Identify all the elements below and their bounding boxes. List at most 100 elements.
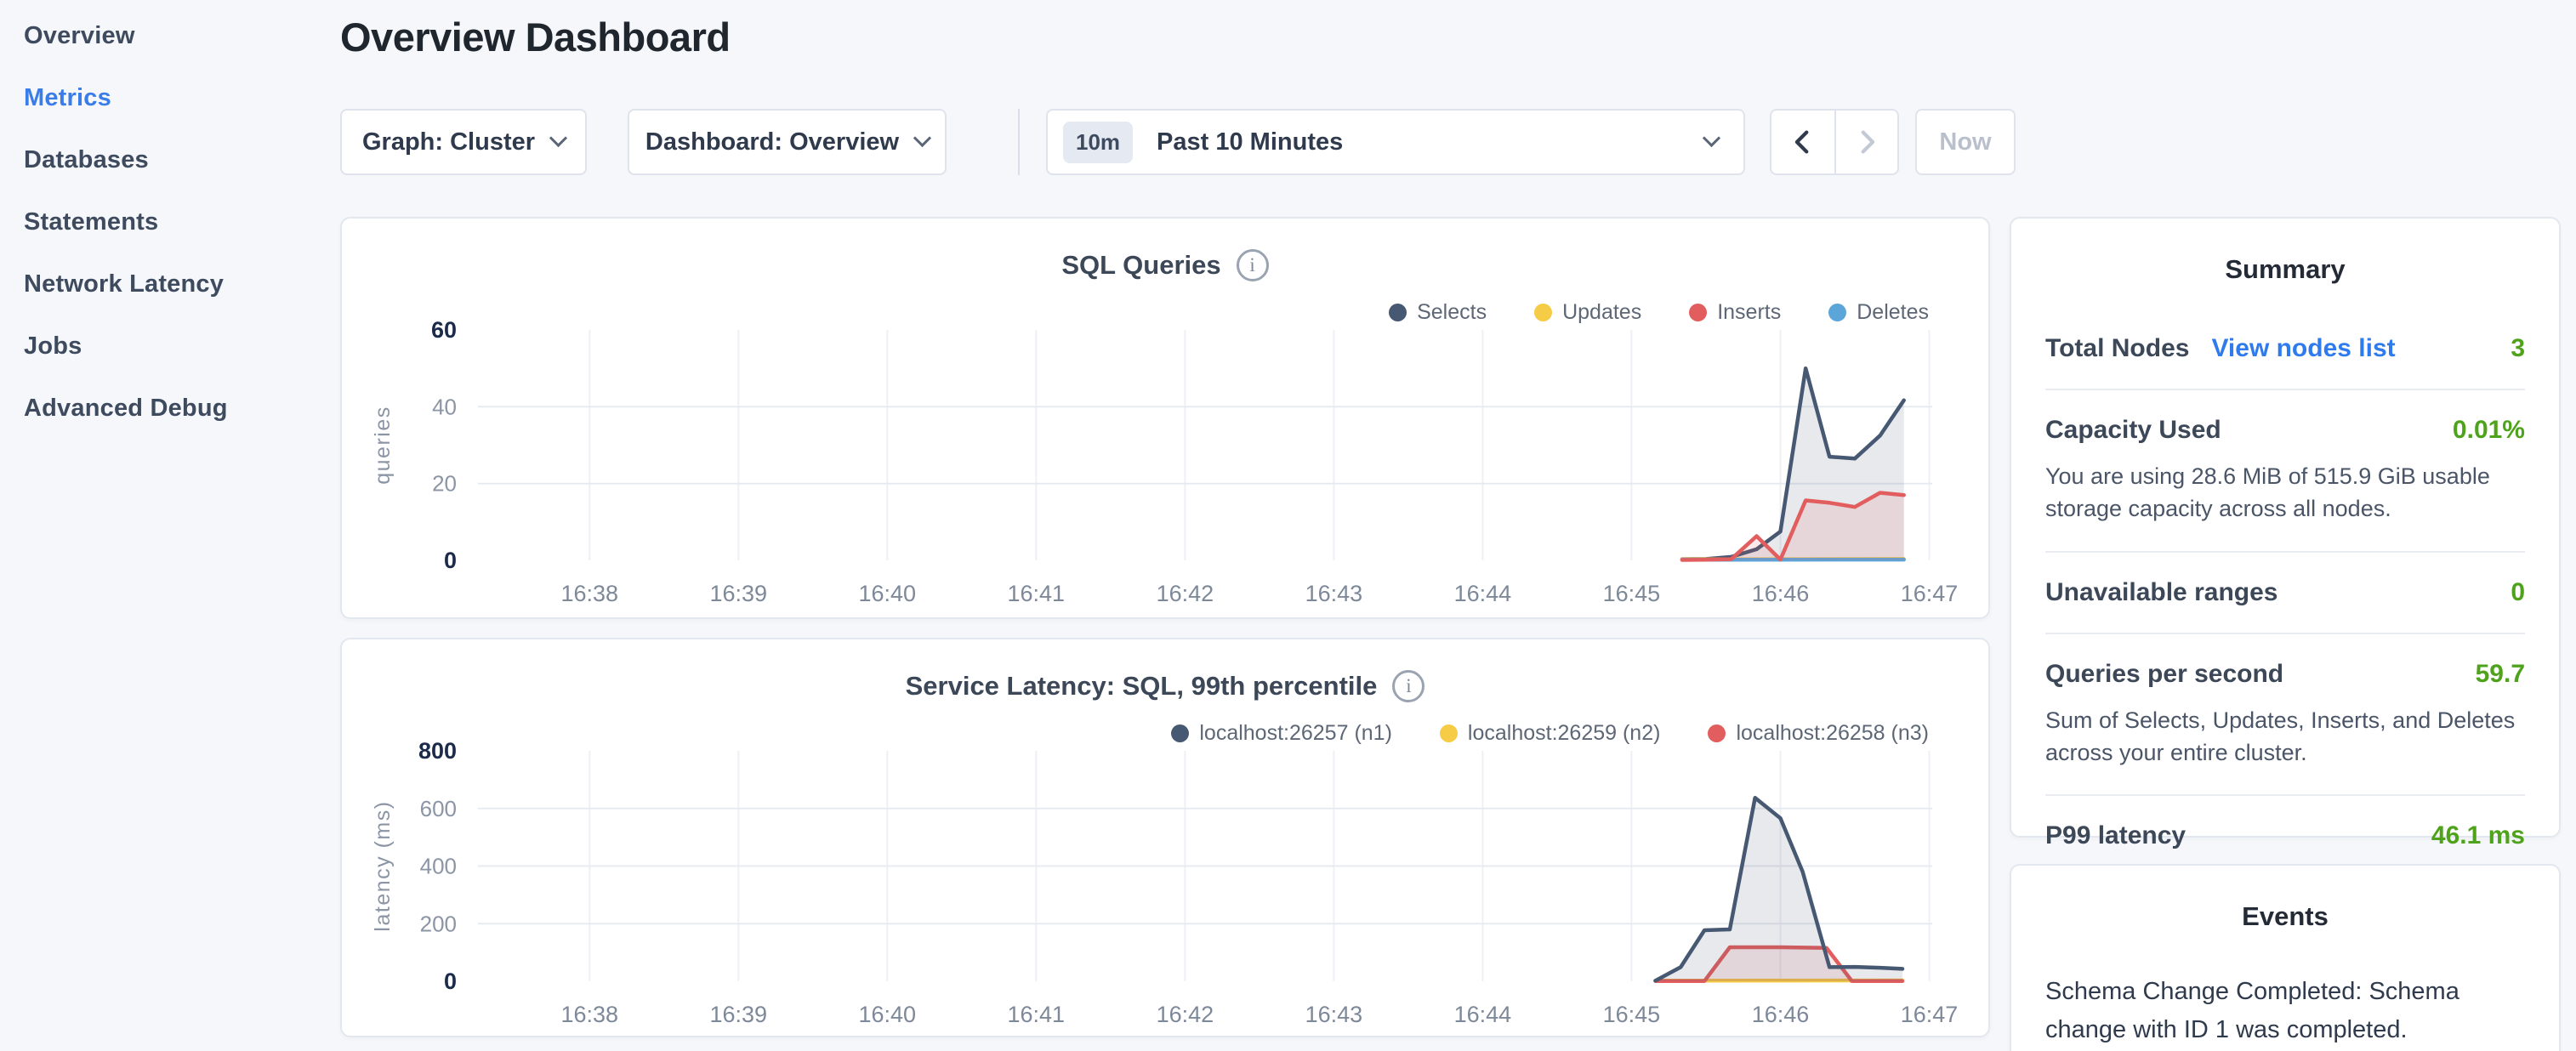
- summary-row: Queries per second 59.7 Sum of Selects, U…: [2045, 634, 2525, 795]
- svg-text:16:45: 16:45: [1603, 1002, 1661, 1027]
- summary-rows: Total Nodes View nodes list 3 Capacity Use…: [2045, 309, 2525, 876]
- summary-row: Capacity Used 0.01% You are using 28.6 Mi…: [2045, 390, 2525, 551]
- svg-text:20: 20: [432, 471, 457, 497]
- legend-dot-icon: [1689, 304, 1707, 321]
- events-list: Schema Change Completed: Schema change w…: [2045, 973, 2525, 1051]
- svg-text:16:38: 16:38: [561, 581, 619, 606]
- time-step-buttons: [1770, 109, 1899, 175]
- summary-value: 0.01%: [2453, 416, 2525, 445]
- graph-scope-dropdown[interactable]: Graph: Cluster: [340, 109, 587, 175]
- summary-description: Sum of Selects, Updates, Inserts, and De…: [2045, 704, 2525, 770]
- chevron-right-icon: [1852, 128, 1881, 156]
- chart-header: Service Latency: SQL, 99th percentile i: [342, 670, 1988, 702]
- event-item: Schema Change Completed: Schema change w…: [2045, 973, 2525, 1051]
- legend-dot-icon: [1389, 304, 1407, 321]
- legend-dot-icon: [1440, 724, 1458, 742]
- svg-text:16:39: 16:39: [710, 581, 768, 606]
- svg-text:16:46: 16:46: [1752, 1002, 1810, 1027]
- summary-panel: Summary Total Nodes View nodes list 3 Capa…: [2010, 217, 2561, 838]
- sql-queries-chart-card: 16:3816:3916:4016:4116:4216:4316:4416:45…: [340, 217, 1990, 619]
- legend-dot-icon: [1708, 724, 1726, 742]
- sidebar-item-statements[interactable]: Statements: [0, 191, 340, 253]
- summary-label: P99 latency: [2045, 821, 2186, 850]
- svg-text:queries: queries: [371, 406, 395, 485]
- svg-text:16:43: 16:43: [1305, 581, 1363, 606]
- summary-value: 3: [2511, 334, 2525, 363]
- svg-text:400: 400: [420, 854, 457, 879]
- svg-text:60: 60: [431, 317, 457, 343]
- svg-text:16:43: 16:43: [1305, 1002, 1363, 1027]
- svg-text:16:42: 16:42: [1157, 581, 1214, 606]
- chart-legend: localhost:26257 (n1) localhost:26259 (n2)…: [1171, 721, 1929, 746]
- sidebar-item-metrics[interactable]: Metrics: [0, 67, 340, 129]
- events-title: Events: [2045, 866, 2525, 932]
- svg-text:40: 40: [432, 394, 457, 419]
- legend-item: Updates: [1534, 300, 1641, 325]
- view-nodes-link[interactable]: View nodes list: [2211, 334, 2395, 363]
- svg-text:16:47: 16:47: [1901, 581, 1959, 606]
- legend-item: Deletes: [1828, 300, 1929, 325]
- svg-text:800: 800: [418, 738, 457, 764]
- svg-text:16:38: 16:38: [561, 1002, 619, 1027]
- svg-text:16:39: 16:39: [710, 1002, 768, 1027]
- summary-label: Total Nodes: [2045, 334, 2189, 363]
- time-range-selector[interactable]: 10m Past 10 Minutes: [1046, 109, 1745, 175]
- summary-value: 0: [2511, 578, 2525, 607]
- legend-dot-icon: [1534, 304, 1552, 321]
- summary-value: 46.1 ms: [2431, 821, 2525, 850]
- legend-item: localhost:26257 (n1): [1171, 721, 1392, 746]
- svg-text:16:40: 16:40: [859, 1002, 917, 1027]
- sidebar-item-databases[interactable]: Databases: [0, 129, 340, 191]
- graph-scope-label: Graph: Cluster: [362, 128, 535, 156]
- svg-text:600: 600: [420, 796, 457, 821]
- svg-text:200: 200: [420, 911, 457, 936]
- svg-text:0: 0: [444, 548, 457, 573]
- chevron-down-icon: [549, 129, 567, 147]
- svg-text:latency (ms): latency (ms): [371, 800, 395, 931]
- sidebar: OverviewMetricsDatabasesStatementsNetwor…: [0, 0, 340, 440]
- now-button[interactable]: Now: [1915, 109, 2016, 175]
- legend-item: localhost:26259 (n2): [1440, 721, 1661, 746]
- legend-item: Inserts: [1689, 300, 1781, 325]
- chart-header: SQL Queries i: [342, 249, 1988, 281]
- summary-label: Capacity Used: [2045, 416, 2221, 445]
- info-icon[interactable]: i: [1237, 249, 1269, 281]
- summary-description: You are using 28.6 MiB of 515.9 GiB usab…: [2045, 460, 2525, 526]
- chart-legend: Selects Updates Inserts Deletes: [1389, 300, 1929, 325]
- svg-text:16:45: 16:45: [1603, 581, 1661, 606]
- toolbar: Graph: Cluster Dashboard: Overview 10m P…: [340, 109, 2016, 175]
- svg-text:16:44: 16:44: [1454, 581, 1512, 606]
- sidebar-item-overview[interactable]: Overview: [0, 5, 340, 67]
- events-panel: Events Schema Change Completed: Schema c…: [2010, 864, 2561, 1051]
- sidebar-item-advanced-debug[interactable]: Advanced Debug: [0, 378, 340, 440]
- legend-item: localhost:26258 (n3): [1708, 721, 1929, 746]
- summary-title: Summary: [2045, 219, 2525, 285]
- event-text: Schema Change Completed: Schema change w…: [2045, 973, 2525, 1049]
- summary-label: Queries per second: [2045, 660, 2283, 689]
- sidebar-item-jobs[interactable]: Jobs: [0, 315, 340, 378]
- sidebar-item-network-latency[interactable]: Network Latency: [0, 253, 340, 315]
- legend-dot-icon: [1171, 724, 1189, 742]
- previous-range-button[interactable]: [1771, 111, 1834, 173]
- chevron-down-icon: [913, 129, 931, 147]
- toolbar-divider: [1018, 109, 1020, 175]
- svg-text:16:40: 16:40: [859, 581, 917, 606]
- chevron-left-icon: [1788, 128, 1817, 156]
- legend-item: Selects: [1389, 300, 1487, 325]
- chart-title: Service Latency: SQL, 99th percentile: [906, 671, 1378, 702]
- info-icon[interactable]: i: [1392, 670, 1424, 702]
- summary-row: Total Nodes View nodes list 3: [2045, 309, 2525, 389]
- svg-text:16:41: 16:41: [1008, 1002, 1066, 1027]
- summary-row: Unavailable ranges 0: [2045, 553, 2525, 633]
- main-content: Overview Dashboard Graph: Cluster Dashbo…: [340, 0, 1990, 1051]
- svg-text:16:42: 16:42: [1157, 1002, 1214, 1027]
- time-range-label: Past 10 Minutes: [1157, 128, 1343, 156]
- chevron-down-icon: [1703, 129, 1720, 147]
- dashboard-dropdown[interactable]: Dashboard: Overview: [628, 109, 947, 175]
- next-range-button[interactable]: [1834, 111, 1897, 173]
- summary-value: 59.7: [2476, 660, 2525, 689]
- svg-text:16:46: 16:46: [1752, 581, 1810, 606]
- summary-label: Unavailable ranges: [2045, 578, 2277, 607]
- legend-dot-icon: [1828, 304, 1846, 321]
- time-range-badge: 10m: [1063, 122, 1133, 163]
